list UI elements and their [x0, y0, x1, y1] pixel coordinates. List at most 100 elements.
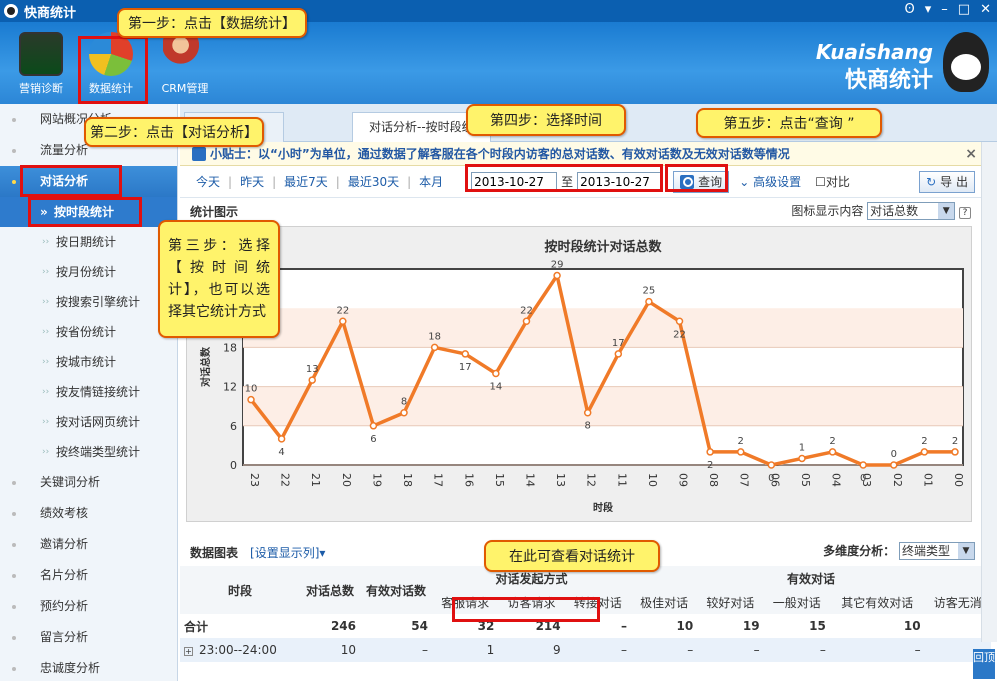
x-tick-label: 17: [432, 473, 445, 487]
sidebar-item-by-search-engine[interactable]: ›› 按搜索引擎统计: [0, 287, 177, 317]
chart-title: 按时段统计对话总数: [544, 239, 662, 255]
sidebar-item-by-date[interactable]: ›› 按日期统计: [0, 227, 177, 257]
x-tick-label: 15: [493, 473, 506, 487]
callout-step5: 第五步：点击“查询 ”: [696, 108, 882, 138]
grid-band: [243, 308, 963, 348]
minimize-icon[interactable]: –: [941, 2, 948, 17]
data-label: 29: [551, 260, 564, 271]
cell: 10: [676, 619, 694, 633]
data-label: 2: [707, 460, 713, 471]
display-content-label: 图标显示内容: [791, 204, 864, 218]
data-point: [583, 408, 592, 417]
cell: –: [819, 643, 826, 657]
expand-icon[interactable]: +: [184, 647, 193, 656]
data-point: [675, 317, 684, 326]
sidebar-item-loyalty[interactable]: 忠诚度分析: [0, 653, 177, 684]
sidebar-item-label: 忠诚度分析: [40, 661, 101, 675]
data-point: [461, 350, 470, 358]
sidebar-item-by-month[interactable]: ›› 按月份统计: [0, 257, 177, 287]
tip-text: 小贴士：以“小时”为单位，通过数据了解客服在各个时段内访客的总对话数、有效对话数…: [210, 147, 790, 161]
info-icon: [192, 147, 206, 161]
data-label: 22: [673, 329, 686, 340]
highlight-query: [665, 164, 728, 192]
display-content-select[interactable]: 对话总数 ▼: [867, 202, 956, 220]
vertical-scrollbar[interactable]: [981, 142, 997, 642]
compare-checkbox[interactable]: ☐对比: [815, 173, 850, 190]
callout-step3: 第三步：选择【按时间统计】，也可以选择其它统计方式: [158, 220, 280, 338]
crm-button[interactable]: CRM管理: [154, 28, 216, 100]
callout-step2: 第二步：点击【对话分析】: [84, 117, 264, 147]
maximize-icon[interactable]: □: [958, 2, 970, 17]
cell: 23:00--24:00: [199, 643, 277, 657]
multi-analysis-value: 终端类型: [902, 544, 951, 558]
grid-band: [243, 386, 963, 426]
help-icon[interactable]: ʘ: [905, 2, 915, 17]
table-row[interactable]: +23:00--24:00 10 – 1 9 – – – – –: [180, 638, 991, 662]
chart-container: 按时段统计对话总数 0 6 12 18 对话总数 23 22 21 20 19 18 17 16 15 14 1…: [186, 226, 972, 522]
column-settings-link[interactable]: [设置显示列]▾: [250, 544, 325, 561]
multi-analysis-select[interactable]: 终端类型 ▼: [899, 542, 975, 560]
data-point: [277, 435, 286, 443]
marketing-diagnosis-button[interactable]: 营销诊断: [10, 28, 72, 100]
data-point: [522, 317, 531, 326]
y-tick-label: 0: [230, 459, 237, 472]
yesterday-link[interactable]: 昨天: [240, 173, 264, 190]
sidebar-item-label: 按月份统计: [56, 265, 117, 279]
back-to-top-button[interactable]: 回顶: [973, 649, 995, 679]
this-month-link[interactable]: 本月: [419, 173, 443, 190]
y-tick-label: 12: [223, 381, 237, 394]
help-icon[interactable]: ?: [959, 207, 971, 219]
data-point: [798, 454, 806, 463]
sidebar-item-by-friend-link[interactable]: ›› 按友情链接统计: [0, 377, 177, 407]
sidebar-item-by-conv-page[interactable]: ›› 按对话网页统计: [0, 407, 177, 437]
display-content-value: 对话总数: [870, 204, 919, 218]
cell: 15: [809, 619, 826, 633]
data-point: [920, 448, 929, 456]
x-tick-label: 11: [615, 473, 628, 487]
cell: 10: [340, 643, 356, 657]
data-point: [339, 317, 347, 326]
data-point: [614, 350, 623, 358]
sidebar-item-invitation[interactable]: 邀请分析: [0, 529, 177, 560]
data-point: [553, 271, 561, 280]
data-label: 2: [952, 436, 958, 447]
close-icon[interactable]: ✕: [980, 2, 991, 17]
data-point: [247, 395, 255, 404]
sidebar-item-performance[interactable]: 绩效考核: [0, 498, 177, 529]
sidebar-item-appointments[interactable]: 预约分析: [0, 591, 177, 622]
x-tick-label: 00: [952, 473, 965, 487]
x-tick-label: 12: [585, 473, 598, 487]
cell: –: [422, 643, 428, 657]
sidebar-item-messages[interactable]: 留言分析: [0, 622, 177, 653]
sidebar-item-label: 按友情链接统计: [56, 385, 141, 399]
chart-section: 统计图示 图标显示内容 对话总数 ▼ ? 按时段统计对话总数 0 6 12 18 对话总数 2…: [180, 198, 997, 528]
multi-analysis-label: 多维度分析：: [823, 544, 896, 558]
data-point: [492, 369, 500, 378]
export-button[interactable]: ↻ 导 出: [919, 170, 975, 193]
column-settings-label: [设置显示列]: [250, 545, 320, 560]
advanced-settings-link[interactable]: ⌄ 高级设置: [739, 173, 801, 190]
sidebar-item-by-terminal[interactable]: ›› 按终端类型统计: [0, 437, 177, 467]
mascot-icon: [943, 32, 989, 92]
x-tick-label: 07: [738, 473, 751, 487]
data-point: [706, 448, 714, 456]
y-tick-label: 18: [223, 341, 237, 354]
cell: 1: [486, 643, 495, 657]
sidebar-item-by-province[interactable]: ›› 按省份统计: [0, 317, 177, 347]
plot-area: [242, 268, 964, 466]
last7-link[interactable]: 最近7天: [284, 173, 328, 190]
col-good: 较好对话: [706, 595, 755, 610]
data-label: 6: [370, 434, 376, 445]
data-label: 17: [459, 362, 472, 373]
sidebar-item-keywords[interactable]: 关键词分析: [0, 467, 177, 498]
last30-link[interactable]: 最近30天: [348, 173, 399, 190]
menu-icon[interactable]: ▾: [925, 2, 932, 17]
today-link[interactable]: 今天: [196, 173, 220, 190]
sidebar-item-cards[interactable]: 名片分析: [0, 560, 177, 591]
data-point: [430, 343, 439, 352]
close-tip-icon[interactable]: ×: [965, 142, 977, 166]
data-label: 22: [520, 305, 533, 316]
sidebar-item-by-city[interactable]: ›› 按城市统计: [0, 347, 177, 377]
x-tick-label: 16: [462, 473, 475, 487]
cell: 246: [330, 619, 356, 633]
